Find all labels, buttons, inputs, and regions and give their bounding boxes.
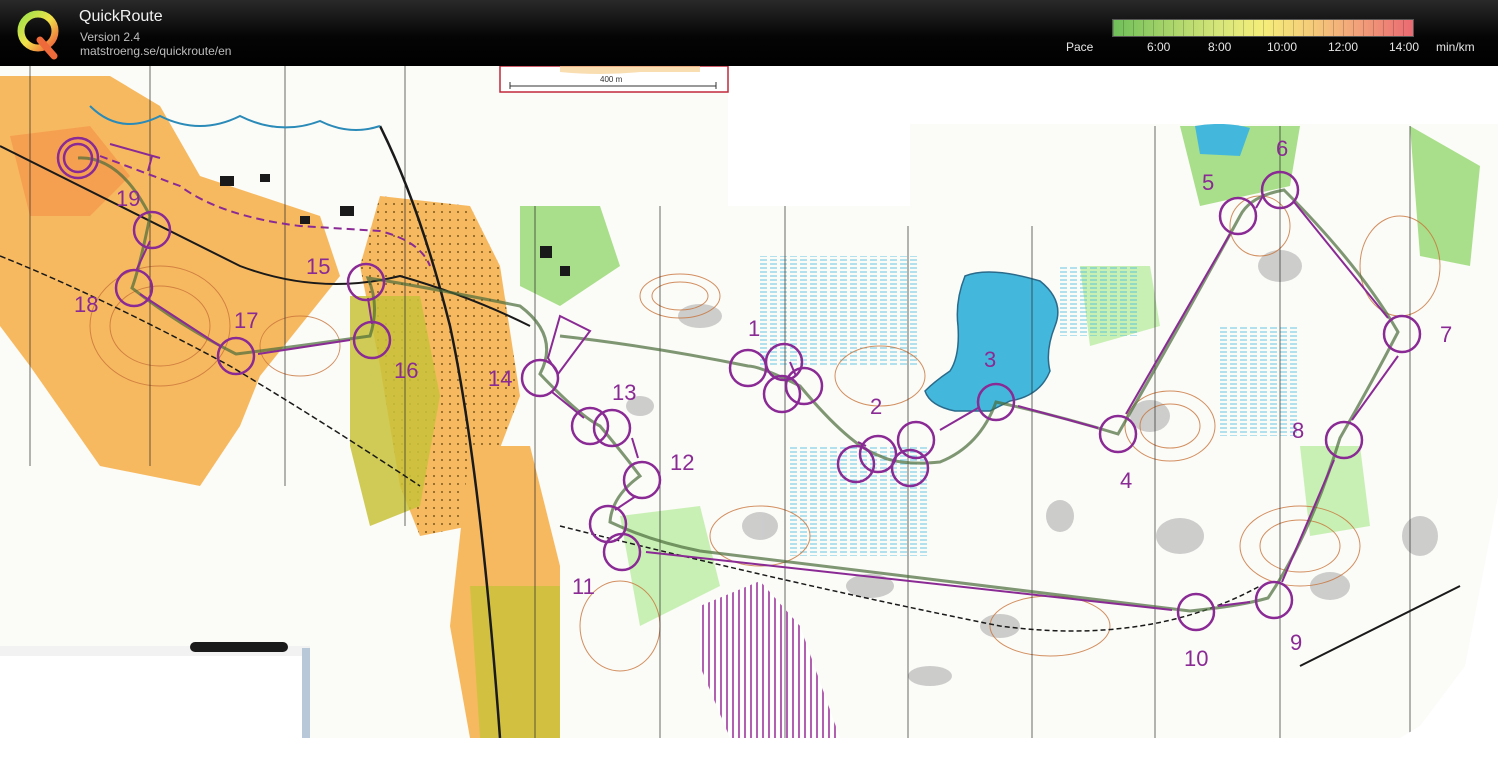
pace-label: Pace	[1066, 40, 1094, 54]
control-label-8: 8	[1292, 418, 1304, 443]
pace-color-scale	[1112, 19, 1414, 37]
map-viewport[interactable]: 1 2 3 4 5 6 7 8 9 10 11 12 13 14 15 16 1…	[0, 66, 1498, 763]
orienteering-map[interactable]: 1 2 3 4 5 6 7 8 9 10 11 12 13 14 15 16 1…	[0, 66, 1498, 763]
control-label-19: 19	[116, 186, 140, 211]
pace-unit: min/km	[1436, 40, 1475, 54]
app-header: QuickRoute Version 2.4 matstroeng.se/qui…	[0, 0, 1498, 66]
control-label-13: 13	[612, 380, 636, 405]
map-scale-bar: 400 m	[499, 66, 729, 93]
scrollbar-edge	[302, 648, 310, 738]
control-label-12: 12	[670, 450, 694, 475]
pace-tick: 10:00	[1267, 40, 1298, 54]
pace-tick: 8:00	[1208, 40, 1232, 54]
pace-tick: 12:00	[1328, 40, 1359, 54]
control-label-1: 1	[748, 316, 760, 341]
control-label-4: 4	[1120, 468, 1132, 493]
control-label-11: 11	[572, 574, 595, 599]
control-label-14: 14	[488, 366, 512, 391]
quickroute-logo-icon	[17, 10, 59, 60]
control-label-10: 10	[1184, 646, 1208, 671]
scale-bar-label: 400 m	[600, 75, 623, 84]
control-label-9: 9	[1290, 630, 1302, 655]
control-label-15: 15	[306, 254, 330, 279]
control-label-17: 17	[234, 308, 258, 333]
control-label-6: 6	[1276, 136, 1288, 161]
control-label-16: 16	[394, 358, 418, 383]
control-label-2: 2	[870, 394, 882, 419]
pace-tick: 6:00	[1147, 40, 1171, 54]
control-label-18: 18	[74, 292, 98, 317]
pace-tick: 14:00	[1389, 40, 1420, 54]
app-url-link[interactable]: matstroeng.se/quickroute/en	[80, 44, 231, 58]
control-label-3: 3	[984, 347, 996, 372]
control-label-5: 5	[1202, 170, 1214, 195]
control-label-7: 7	[1440, 322, 1452, 347]
overlay-tab	[190, 642, 288, 652]
app-title: QuickRoute	[79, 8, 163, 25]
app-version: Version 2.4	[80, 30, 141, 44]
